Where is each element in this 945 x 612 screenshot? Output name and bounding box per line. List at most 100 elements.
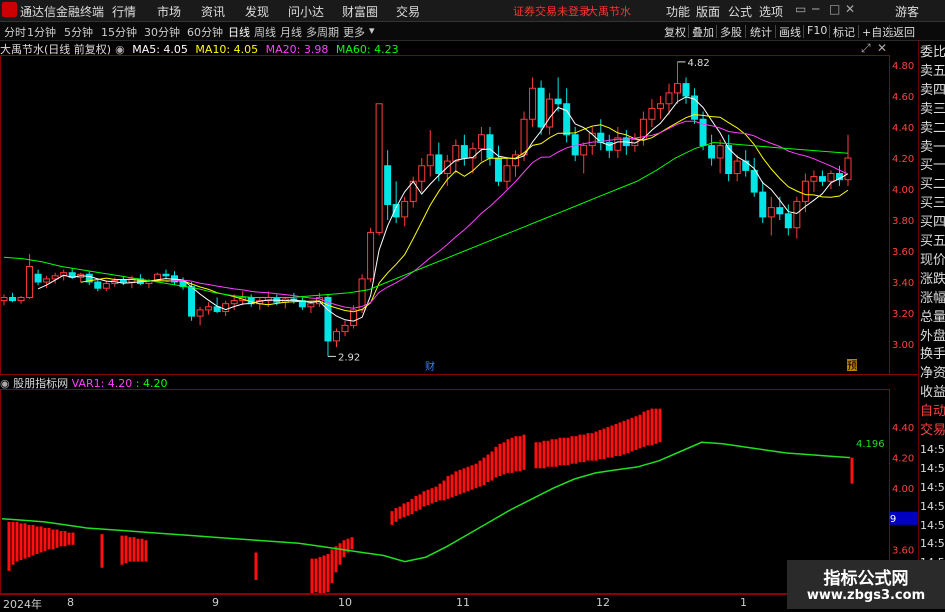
indicator-bar — [326, 553, 330, 593]
chart-frame — [0, 55, 890, 375]
toolbar-divider — [829, 25, 830, 38]
candle-up — [529, 87, 537, 120]
main-axis-tick: 4.60 — [892, 92, 914, 103]
candle-up — [656, 103, 664, 109]
indicator-bar — [390, 511, 394, 525]
indicator-marker-value: 3.79 — [890, 514, 896, 525]
tab-more[interactable]: 更多 — [343, 24, 365, 40]
indicator-bar — [470, 465, 474, 490]
menu-jiaoyi[interactable]: 交易 — [396, 3, 420, 20]
close-icon[interactable]: ✕ — [845, 2, 855, 16]
indicator-bar — [338, 543, 342, 565]
btn-f10[interactable]: F10 — [807, 24, 827, 37]
side-panel-item: 14:56 — [920, 442, 945, 456]
btn-biaoji[interactable]: 标记 — [833, 24, 855, 40]
candle-up — [810, 176, 818, 182]
btn-tongji[interactable]: 统计 — [750, 24, 772, 40]
indicator-chart[interactable]: 4.196 — [0, 389, 890, 594]
menu-banmian[interactable]: 版面 — [696, 3, 720, 20]
main-indicator-line: 大禹节水(日线 前复权) ◉ MA5: 4.05 MA10: 4.05 MA20:… — [0, 41, 403, 56]
menu-zixun[interactable]: 资讯 — [201, 3, 225, 20]
ma20-line — [165, 120, 849, 309]
stock-name-header: 大禹节水 — [587, 5, 631, 18]
side-panel-item[interactable]: 交易 — [920, 422, 945, 439]
btn-fuquan[interactable]: 复权 — [664, 24, 686, 40]
indicator-bar — [136, 538, 140, 562]
indicator-bar — [566, 437, 570, 466]
candle-down — [94, 281, 102, 289]
indicator-bar — [570, 436, 574, 464]
minimize-icon[interactable]: ─ — [812, 2, 819, 16]
menu-gongneng[interactable]: 功能 — [666, 3, 690, 20]
btn-huaxian[interactable]: 画线 — [779, 24, 801, 40]
tab-multi-period[interactable]: 多周期 — [306, 24, 339, 40]
indicator-bar — [518, 436, 522, 472]
indicator-bar — [850, 457, 854, 484]
candle-up — [205, 306, 213, 311]
indicator-bar — [254, 552, 258, 580]
indicator-bar — [634, 416, 638, 450]
side-panel-item: 涨跌 — [920, 271, 945, 287]
side-panel-item: 总量 — [920, 309, 945, 325]
indicator-bar — [418, 494, 422, 510]
candle-up — [307, 303, 315, 308]
sub-axis-tick: 4.00 — [892, 484, 914, 495]
sub-axis-tick: 4.40 — [892, 423, 914, 434]
indicator-bar — [100, 534, 104, 568]
indicator-bar — [434, 486, 438, 502]
candle-up — [665, 92, 673, 105]
tab-30min[interactable]: 30分钟 — [144, 24, 180, 40]
tab-weekly[interactable]: 周线 — [254, 24, 276, 40]
tab-monthly[interactable]: 月线 — [280, 24, 302, 40]
close-chart-icon[interactable]: ✕ — [877, 41, 887, 55]
indicator-bar — [314, 558, 318, 593]
candle-up — [222, 303, 230, 312]
time-axis-label: 8 — [67, 596, 74, 609]
tab-60min[interactable]: 60分钟 — [187, 24, 223, 40]
candlestick-chart[interactable]: 4.82 2.92 财 预 — [0, 55, 890, 375]
btn-back[interactable]: 返回 — [893, 24, 915, 40]
menu-faxian[interactable]: 发现 — [245, 3, 269, 20]
indicator-bar — [394, 508, 398, 522]
menu-hangqing[interactable]: 行情 — [112, 3, 136, 20]
tab-15min[interactable]: 15分钟 — [101, 24, 137, 40]
expand-icon[interactable]: ⤢ — [861, 41, 871, 56]
tab-1min[interactable]: 1分钟 — [27, 24, 56, 40]
candle-up — [341, 324, 349, 333]
menu-caifuquan[interactable]: 财富圈 — [342, 3, 378, 20]
tab-5min[interactable]: 5分钟 — [64, 24, 93, 40]
trade-login-notice[interactable]: 证券交易未登录 — [513, 3, 590, 19]
menu-gongshi[interactable]: 公式 — [728, 3, 752, 20]
candle-up — [43, 278, 51, 283]
btn-diejia[interactable]: 叠加 — [692, 24, 714, 40]
indicator-bar — [538, 442, 542, 469]
main-axis-tick: 3.20 — [892, 309, 914, 320]
toolbar-divider — [889, 25, 890, 38]
indicator-bar — [7, 521, 11, 571]
guest-button[interactable]: 游客 — [895, 3, 919, 20]
indicator-bar — [67, 532, 71, 545]
menu-shichang[interactable]: 市场 — [157, 3, 181, 20]
indicator-bar — [128, 537, 132, 562]
maximize-icon[interactable]: □ — [829, 2, 840, 16]
menu-wenxiaoda[interactable]: 问小达 — [288, 3, 324, 20]
tab-fenshi[interactable]: 分时 — [4, 24, 26, 40]
side-panel-item: 现价 — [920, 252, 945, 268]
indicator-bar — [650, 408, 654, 446]
candle-up — [426, 154, 434, 167]
indicator-bar — [646, 410, 650, 446]
indicator-bar — [350, 537, 354, 550]
tab-daily[interactable]: 日线 — [228, 24, 250, 40]
candle-up — [648, 107, 656, 120]
more-chevron-icon[interactable]: ▾ — [369, 24, 375, 37]
indicator-bar — [606, 427, 610, 458]
indicator-bar — [594, 431, 598, 461]
candle-up — [401, 200, 409, 218]
indicator-bar — [462, 468, 466, 493]
side-panel-item: 收益 — [920, 385, 945, 401]
screen-icon[interactable]: ▭ — [795, 2, 806, 16]
btn-duogu[interactable]: 多股 — [720, 24, 742, 40]
side-panel-item[interactable]: 自动 — [920, 403, 945, 420]
menu-xuanxiang[interactable]: 选项 — [759, 3, 783, 20]
main-axis-tick: 3.60 — [892, 247, 914, 258]
